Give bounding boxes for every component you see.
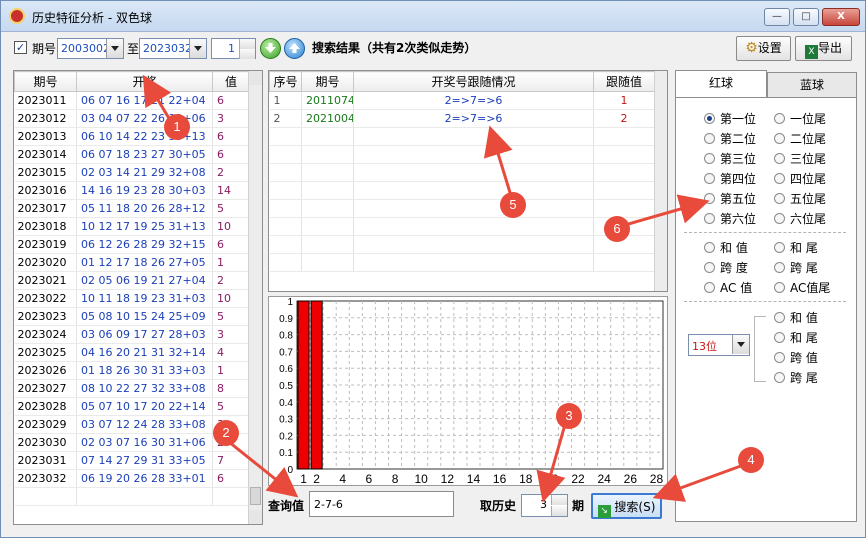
- annotation-arrow-3: [536, 420, 568, 503]
- annotation-arrow-4: [652, 461, 750, 502]
- main-window: 历史特征分析 - 双色球 — □ X ✓ 期号 2003002 至 202303…: [0, 0, 866, 538]
- annotation-arrow-5: [483, 125, 514, 200]
- annotation-marker-6: 6: [604, 216, 630, 242]
- annotation-marker-1: 1: [164, 114, 190, 140]
- annotation-marker-5: 5: [500, 192, 526, 218]
- annotation-arrow-6: [617, 194, 710, 229]
- annotation-arrow-2: [223, 436, 299, 498]
- annotation-marker-2: 2: [213, 420, 239, 446]
- annotation-marker-3: 3: [556, 403, 582, 429]
- annotation-marker-4: 4: [738, 447, 764, 473]
- annotation-overlay: [142, 74, 750, 503]
